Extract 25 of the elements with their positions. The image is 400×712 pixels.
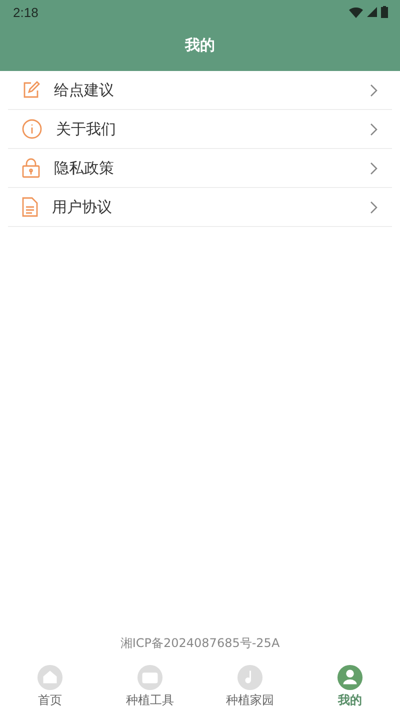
battery-icon [381, 6, 388, 18]
music-note-icon [236, 664, 264, 691]
chevron-icon [370, 162, 378, 174]
signal-icon [367, 7, 377, 17]
nav-tab[interactable]: 种植工具 [100, 664, 200, 712]
menu-item[interactable]: 给点建议 [8, 71, 392, 110]
menu-item[interactable]: 关于我们 [8, 110, 392, 149]
nav-tab[interactable]: 首页 [0, 664, 100, 712]
info-icon [22, 119, 42, 139]
document-icon [22, 197, 38, 217]
nav-tab[interactable]: 种植家园 [200, 664, 300, 712]
person-icon [336, 664, 364, 691]
menu-item[interactable]: 隐私政策 [8, 149, 392, 188]
home-icon [36, 664, 64, 691]
page-title: 我的 [185, 36, 215, 55]
lock-icon [22, 158, 40, 178]
edit-icon [22, 81, 40, 99]
menu-item[interactable]: 用户协议 [8, 188, 392, 227]
status-time: 2:18 [13, 4, 38, 20]
chevron-icon [370, 84, 378, 96]
wifi-icon [349, 6, 363, 18]
chevron-icon [370, 122, 378, 136]
icp-record-text: 湘ICP备2024087685号-25A [120, 635, 280, 652]
chevron-icon [370, 200, 378, 214]
nav-tab[interactable]: 我的 [300, 664, 400, 712]
